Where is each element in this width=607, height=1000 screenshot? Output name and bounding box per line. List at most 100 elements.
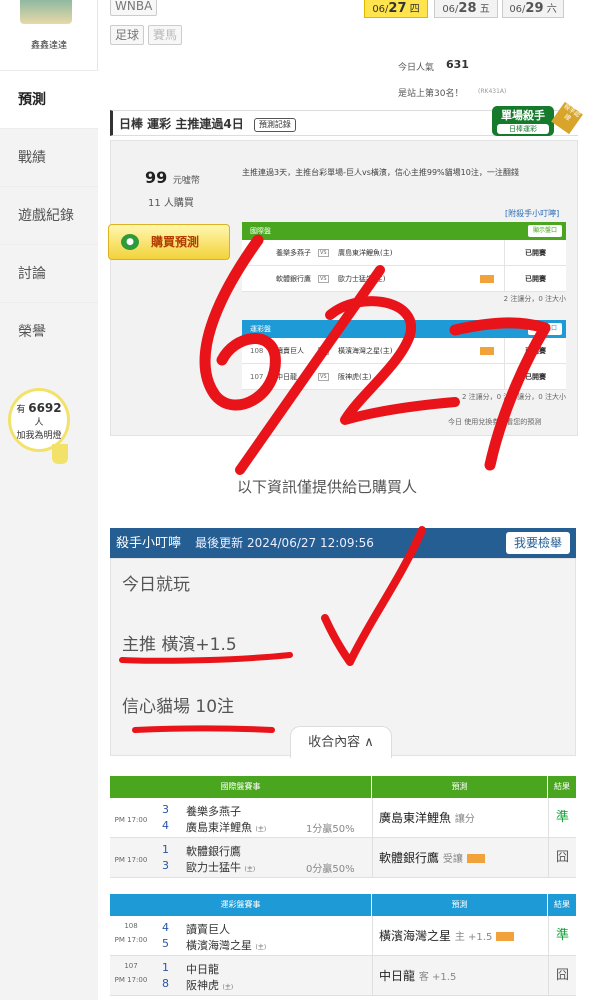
table-row: 107 PM 17:00 1 中日龍 8 阪神虎 (主) 中日龍 客 +1.5 …	[110, 956, 576, 996]
score-away: 4	[162, 921, 169, 934]
game-time: PM 17:00	[114, 856, 148, 864]
buy-prediction-button[interactable]: ● 購買預測	[108, 224, 230, 260]
game-status: 已開賽	[504, 266, 566, 292]
vs-icon: VS	[318, 347, 329, 355]
avatar[interactable]	[20, 0, 72, 24]
sport-mini-table: 運彩盤 顯示盤口 108 讀賣巨人 VS 橫濱海灣之星(主) 已開賽 107 中…	[242, 320, 566, 404]
team-home: 橫濱海灣之星 (主)	[186, 939, 267, 952]
mini-row: 養樂多燕子 VS 廣島東洋鯉魚(主) 已開賽	[242, 240, 566, 266]
killer-badge: 單場殺手 日棒運彩	[492, 106, 554, 136]
pick-cell: 中日龍 客 +1.5	[372, 956, 548, 996]
mini-table-title: 國際盤	[250, 227, 271, 235]
pick-cell: 軟體銀行鷹 受讓	[372, 838, 548, 878]
badge-title: 單場殺手	[501, 109, 545, 122]
header-event: 運彩盤賽事	[110, 894, 372, 916]
result-table-header: 運彩盤賽事 預測 結果	[110, 894, 576, 916]
home-team: 讀賣巨人	[276, 347, 304, 355]
game-number: 108	[124, 922, 138, 930]
date-weekday: 四	[409, 4, 420, 15]
report-button[interactable]: 我要檢舉	[505, 532, 570, 554]
game-status: 已開賽	[504, 338, 566, 364]
away-team: 阪神虎(主)	[338, 373, 372, 381]
away-team: 橫濱海灣之星(主)	[338, 347, 393, 355]
game-time: PM 17:00	[114, 936, 148, 944]
collapse-button[interactable]: 收合內容 ∧	[290, 726, 392, 758]
home-team: 軟體銀行鷹	[276, 275, 311, 283]
cart-icon: ●	[121, 234, 139, 250]
game-number: 107	[124, 962, 138, 970]
away-team: 廣島東洋鯉魚(主)	[338, 249, 393, 257]
voucher-note: 今日 使用兌換券觀看您的預測	[448, 418, 542, 426]
score-away: 1	[162, 843, 169, 856]
tag-horse[interactable]: 賽馬	[148, 25, 183, 45]
fan-count: 6692	[28, 401, 62, 415]
buyers-only-notice: 以下資訊僅提供給已購買人	[237, 478, 418, 496]
record-button[interactable]: 預測記錄	[253, 117, 296, 132]
killer-note-link[interactable]: [附殺手小叮嚀]	[505, 208, 559, 219]
result-table-header: 國際盤賽事 預測 結果	[110, 776, 576, 798]
pick-cell: 橫濱海灣之星 主 +1.5	[372, 916, 548, 956]
price: 99 元噓幣	[145, 168, 200, 187]
team-away: 讀賣巨人	[186, 923, 230, 936]
odds-text: 1分贏50%	[306, 824, 355, 835]
date-month: 06/	[442, 4, 459, 15]
date-day: 29	[525, 1, 544, 16]
vs-icon: VS	[318, 249, 329, 257]
flag-icon	[480, 347, 494, 355]
score-home: 5	[162, 937, 169, 950]
flag-icon	[480, 275, 494, 283]
date-weekday: 五	[479, 4, 490, 15]
rank-sub: (RK431A)	[478, 88, 507, 95]
price-unit: 元噓幣	[172, 176, 200, 186]
nav-item-predict[interactable]: 預測	[0, 70, 100, 128]
note-line-3: 信心貓場 10注	[122, 697, 235, 717]
table-row: PM 17:00 3 養樂多燕子 4 廣島東洋鯉魚 (主) 1分贏50% 廣島東…	[110, 798, 576, 838]
fan-lightbulb-button[interactable]: 有 6692 人 加我為明燈	[8, 388, 70, 452]
game-time: PM 17:00	[114, 816, 148, 824]
note-line-1: 今日就玩	[122, 575, 190, 595]
date-0628[interactable]: 06/28 五	[434, 0, 498, 18]
game-time: PM 17:00	[114, 976, 148, 984]
fan-suffix: 人	[34, 418, 44, 428]
home-team: 中日龍	[276, 373, 297, 381]
nav-item-record[interactable]: 戰績	[0, 128, 98, 186]
score-home: 4	[162, 819, 169, 832]
game-number: 108	[250, 347, 264, 355]
nav-item-game-log[interactable]: 遊戲紀錄	[0, 186, 98, 244]
vs-icon: VS	[318, 373, 329, 381]
nav-item-discuss[interactable]: 討論	[0, 244, 98, 302]
mini-row: 107 中日龍 VS 阪神虎(主) 已開賽	[242, 364, 566, 390]
mini-table-header: 運彩盤 顯示盤口	[242, 320, 566, 338]
prediction-title-text: 日棒 運彩 主推連過4日	[119, 117, 244, 131]
badge-sub: 日棒運彩	[497, 124, 549, 134]
team-home: 廣島東洋鯉魚 (主)	[186, 821, 267, 834]
show-odds-button[interactable]: 顯示盤口	[527, 323, 562, 335]
popularity-label: 今日人氣	[398, 63, 435, 73]
game-status: 已開賽	[504, 240, 566, 266]
mini-row: 108 讀賣巨人 VS 橫濱海灣之星(主) 已開賽	[242, 338, 566, 364]
mini-table-note: 2 注讓分，0 注不讓分，0 注大小	[461, 393, 566, 401]
home-team: 養樂多燕子	[276, 249, 311, 257]
result-win: 準	[548, 798, 576, 838]
tag-soccer[interactable]: 足球	[110, 25, 145, 45]
vs-icon: VS	[318, 275, 329, 283]
nav-item-honor[interactable]: 榮譽	[0, 302, 98, 360]
date-0629[interactable]: 06/29 六	[502, 0, 564, 18]
tag-wnba[interactable]: WNBA	[110, 0, 158, 16]
team-away: 中日龍	[186, 963, 219, 976]
buyers-count: 11 人購買	[148, 198, 194, 209]
username: 鑫鑫達達	[30, 41, 67, 51]
note-line-2: 主推 橫濱+1.5	[122, 635, 237, 655]
score-home: 8	[162, 977, 169, 990]
table-row: 108 PM 17:00 4 讀賣巨人 5 橫濱海灣之星 (主) 橫濱海灣之星 …	[110, 916, 576, 956]
team-home: 阪神虎 (主)	[186, 979, 234, 992]
away-team: 歐力士猛牛(主)	[338, 275, 386, 283]
date-day: 28	[458, 1, 477, 16]
date-weekday: 六	[546, 4, 557, 15]
notes-updated: 最後更新 2024/06/27 12:09:56	[195, 536, 374, 550]
date-0627[interactable]: 06/27 四	[364, 0, 428, 18]
flag-icon	[466, 854, 485, 863]
header-result: 結果	[554, 782, 570, 791]
show-odds-button[interactable]: 顯示盤口	[527, 225, 562, 237]
date-month: 06/	[509, 4, 526, 15]
